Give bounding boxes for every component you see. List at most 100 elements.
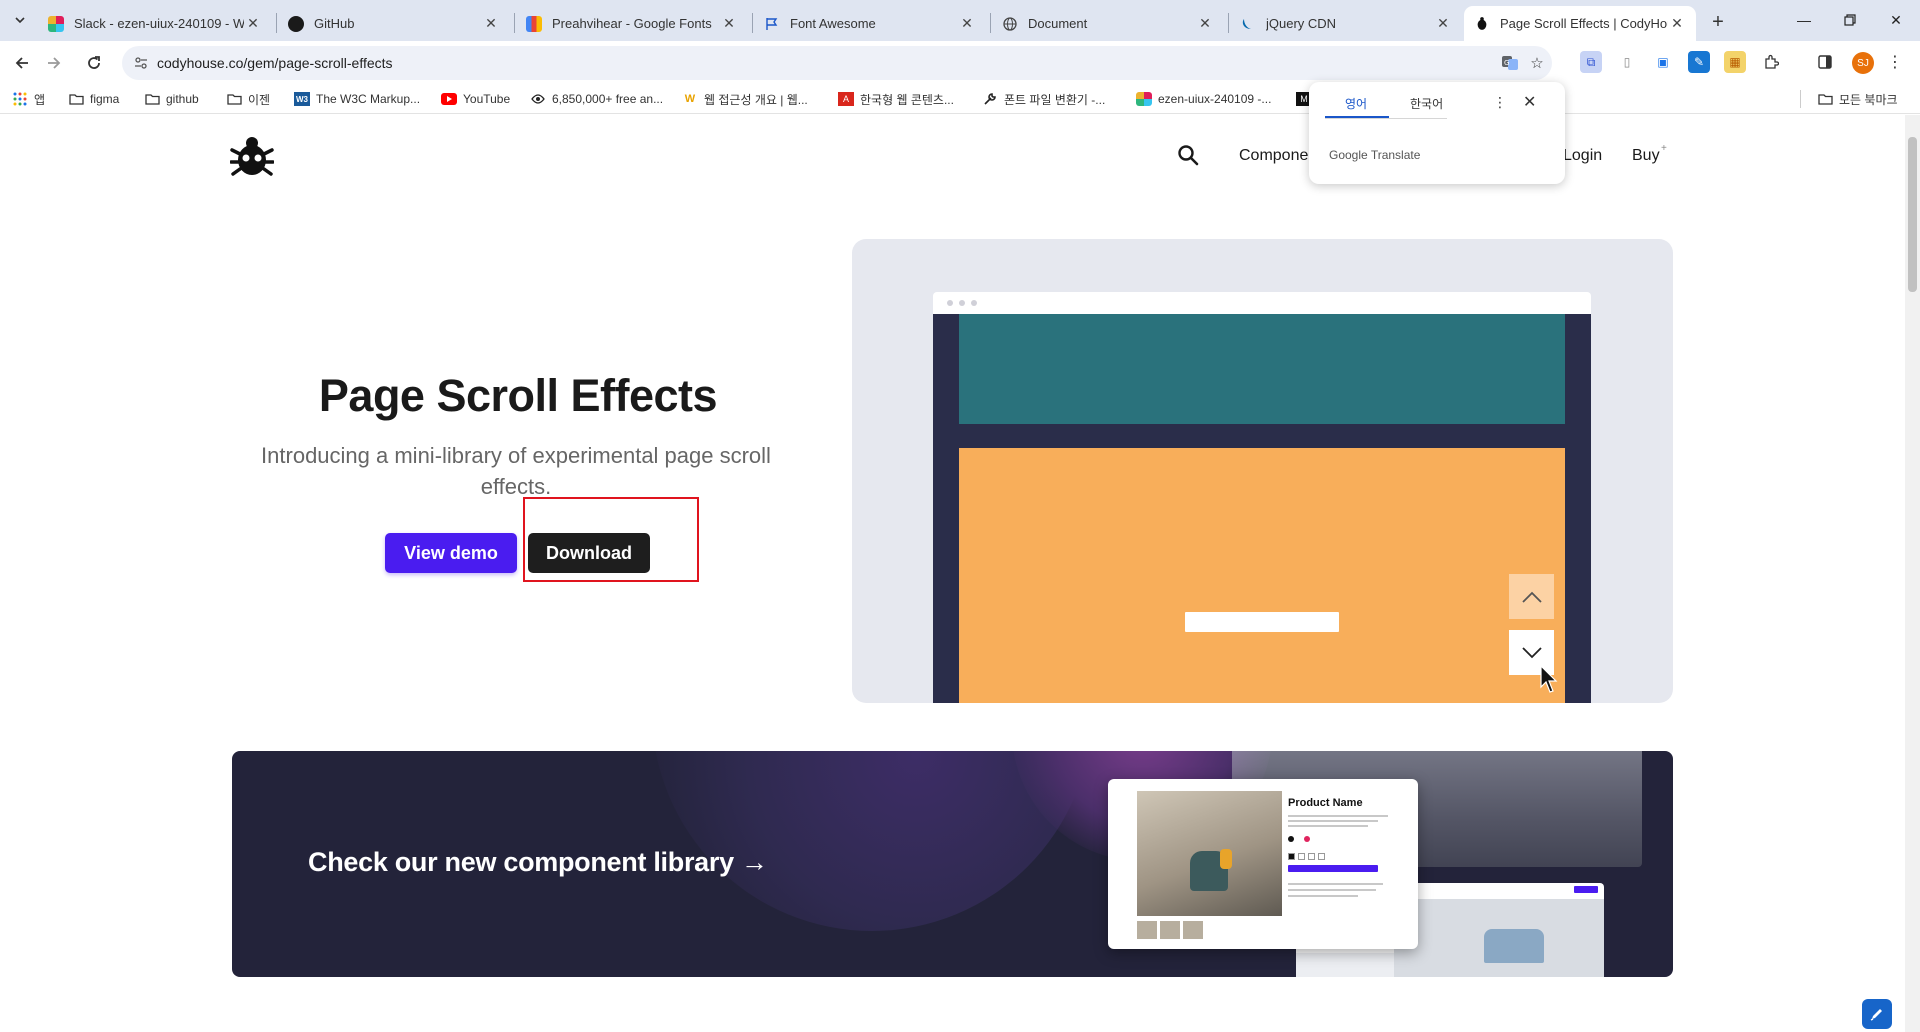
tab-document[interactable]: Document ✕	[992, 6, 1224, 41]
bookmark-item[interactable]: 6,850,000+ free an...	[530, 90, 663, 108]
restore-icon[interactable]	[1827, 0, 1873, 40]
codyhouse-icon	[1474, 16, 1490, 32]
folder-icon	[68, 92, 84, 106]
product-text-line	[1288, 815, 1388, 817]
size-option	[1298, 853, 1305, 860]
side-panel-icon[interactable]	[1814, 51, 1836, 73]
nav-components[interactable]: Compone	[1239, 147, 1308, 165]
translate-tab-divider	[1325, 118, 1447, 119]
mock-section-orange	[959, 448, 1565, 703]
mock-dot	[971, 300, 977, 306]
tab-close-icon[interactable]: ✕	[1196, 15, 1214, 33]
translate-source-language[interactable]: 영어	[1345, 95, 1367, 112]
tab-font-awesome[interactable]: Font Awesome ✕	[754, 6, 986, 41]
translate-icon[interactable]: G	[1498, 51, 1522, 75]
browser-toolbar: codyhouse.co/gem/page-scroll-effects G ☆…	[0, 41, 1920, 84]
view-demo-button[interactable]: View demo	[385, 533, 517, 573]
extension-icon[interactable]: ▦	[1724, 51, 1746, 73]
all-bookmarks[interactable]: 모든 북마크	[1800, 90, 1898, 108]
reload-icon[interactable]	[80, 49, 108, 77]
bookmark-item[interactable]: 폰트 파일 변환기 -...	[982, 90, 1105, 108]
codyhouse-logo[interactable]	[230, 136, 274, 176]
page-title: Page Scroll Effects	[318, 370, 718, 421]
bookmark-label: figma	[90, 92, 120, 106]
folder-icon	[144, 92, 160, 106]
folder-icon	[1817, 92, 1833, 106]
extension-icon[interactable]: ▣	[1652, 51, 1674, 73]
jquery-icon	[1240, 16, 1256, 32]
add-to-cart-button	[1288, 865, 1378, 872]
translate-menu-icon[interactable]: ⋮	[1493, 94, 1507, 111]
bookmarks-bar: 앱 figma github 이젠 W3 The W3C Markup... Y…	[0, 84, 1920, 114]
extension-icon[interactable]: ⧉	[1580, 51, 1602, 73]
bookmark-folder[interactable]: 이젠	[226, 90, 270, 108]
mock-browser-body	[933, 314, 1591, 703]
tab-title: jQuery CDN	[1266, 16, 1337, 31]
page-scrollbar[interactable]	[1905, 115, 1920, 1032]
tab-close-icon[interactable]: ✕	[244, 15, 262, 33]
extensions-puzzle-icon[interactable]	[1760, 51, 1782, 73]
bookmark-folder[interactable]: figma	[68, 90, 119, 108]
nav-login[interactable]: Login	[1563, 147, 1602, 165]
w-icon: W	[684, 93, 696, 105]
mock-dot	[959, 300, 965, 306]
bookmark-item[interactable]: 앱	[12, 90, 45, 108]
tab-search-icon[interactable]	[8, 8, 32, 32]
all-bookmarks-label: 모든 북마크	[1839, 92, 1898, 107]
bookmark-label: 앱	[34, 92, 46, 107]
bookmark-star-icon[interactable]: ☆	[1525, 51, 1549, 75]
mock-text-bar	[1185, 612, 1339, 632]
brand-suffix: Translate	[1370, 148, 1421, 162]
color-swatch	[1288, 836, 1294, 842]
bookmark-item[interactable]: W3 The W3C Markup...	[294, 90, 420, 108]
size-option	[1288, 853, 1295, 860]
w3c-icon: W3	[294, 92, 310, 106]
extension-icon[interactable]: ▯	[1616, 51, 1638, 73]
tab-close-icon[interactable]: ✕	[720, 15, 738, 33]
slack-icon	[48, 15, 64, 32]
eye-icon	[530, 92, 546, 106]
component-library-banner[interactable]: Check our new component library → Produc…	[232, 751, 1673, 977]
address-bar[interactable]: codyhouse.co/gem/page-scroll-effects G ☆	[122, 46, 1552, 80]
tab-close-icon[interactable]: ✕	[1434, 15, 1452, 33]
bookmark-item[interactable]: ezen-uiux-240109 -...	[1136, 90, 1271, 108]
mock-section-teal	[959, 314, 1565, 424]
chevron-down-icon	[1521, 646, 1542, 658]
tab-separator	[1228, 13, 1229, 33]
menu-kebab-icon[interactable]: ⋮	[1884, 51, 1906, 73]
new-tab-icon[interactable]: +	[1704, 8, 1732, 36]
scroll-up-button[interactable]	[1509, 574, 1554, 619]
back-icon[interactable]	[8, 49, 36, 77]
tab-title: Document	[1028, 16, 1088, 31]
buy-plus-icon: +	[1661, 143, 1667, 154]
profile-avatar[interactable]: SJ	[1852, 52, 1874, 74]
brand-name: Google	[1329, 148, 1368, 162]
search-icon[interactable]	[1176, 143, 1200, 167]
nav-buy[interactable]: Buy	[1632, 147, 1660, 165]
banner-link-text[interactable]: Check our new component library →	[308, 847, 768, 878]
size-option	[1318, 853, 1325, 860]
bookmark-folder[interactable]: github	[144, 90, 199, 108]
bookmark-item[interactable]: YouTube	[441, 90, 510, 108]
tab-jquery[interactable]: jQuery CDN ✕	[1230, 6, 1462, 41]
tab-google-fonts[interactable]: Preahvihear - Google Fonts ✕	[516, 6, 748, 41]
bookmark-label: 폰트 파일 변환기 -...	[1004, 92, 1106, 107]
tab-codyhouse[interactable]: Page Scroll Effects | CodyHou ✕	[1464, 6, 1696, 41]
translate-target-language[interactable]: 한국어	[1410, 95, 1443, 112]
minimize-icon[interactable]: —	[1781, 0, 1827, 40]
tab-close-icon[interactable]: ✕	[482, 15, 500, 33]
tab-slack[interactable]: Slack - ezen-uiux-240109 - Wi ✕	[38, 6, 272, 41]
tab-separator	[276, 13, 277, 33]
scrollbar-thumb[interactable]	[1908, 137, 1917, 292]
tab-close-icon[interactable]: ✕	[958, 15, 976, 33]
bookmark-item[interactable]: A 한국형 웹 콘텐츠...	[838, 90, 954, 108]
forward-icon[interactable]	[40, 49, 68, 77]
bookmark-item[interactable]: W 웹 접근성 개요 | 웹...	[682, 90, 808, 108]
extension-icon[interactable]: ✎	[1688, 51, 1710, 73]
tab-github[interactable]: GitHub ✕	[278, 6, 510, 41]
tab-close-icon[interactable]: ✕	[1668, 15, 1686, 33]
site-info-icon[interactable]	[132, 54, 150, 72]
close-window-icon[interactable]: ✕	[1873, 0, 1919, 40]
edit-pen-icon[interactable]	[1862, 999, 1892, 1029]
translate-close-icon[interactable]: ✕	[1523, 92, 1536, 112]
